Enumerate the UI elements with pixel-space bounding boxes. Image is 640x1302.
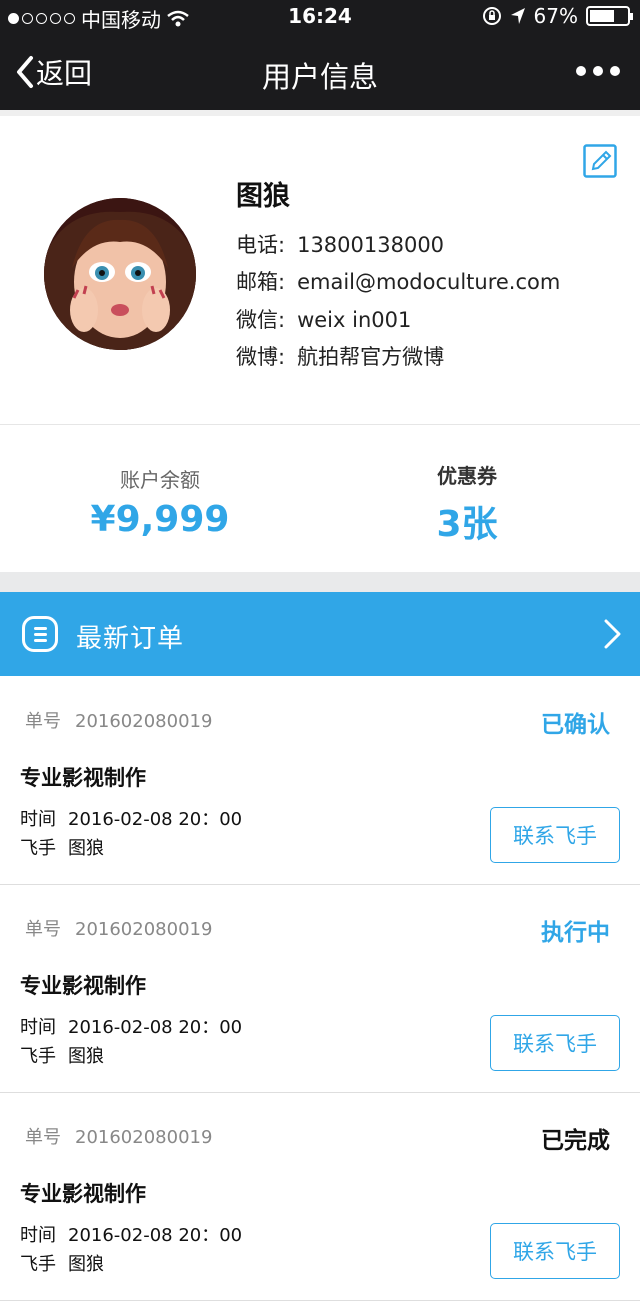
order-status: 已完成 bbox=[541, 1128, 610, 1154]
order-number-label: 单号 bbox=[25, 711, 61, 732]
contact-pilot-button[interactable]: 联系飞手 bbox=[490, 807, 620, 863]
order-pilot: 飞手 图狼 bbox=[20, 834, 104, 860]
weibo-value: 航拍帮官方微博 bbox=[297, 345, 445, 369]
order-time: 时间 2016-02-08 20：00 bbox=[20, 805, 242, 831]
latest-orders-header[interactable]: 最新订单 bbox=[0, 592, 640, 676]
list-icon bbox=[22, 616, 58, 652]
order-number-label: 单号 bbox=[25, 919, 61, 940]
order-status: 执行中 bbox=[541, 920, 610, 946]
order-number-value: 201602080019 bbox=[75, 711, 213, 732]
lock-rotation-icon bbox=[482, 7, 501, 25]
order-service: 专业影视制作 bbox=[20, 974, 146, 998]
order-number: 单号 201602080019 bbox=[25, 915, 212, 941]
order-pilot-value: 图狼 bbox=[68, 1254, 104, 1275]
contact-pilot-button[interactable]: 联系飞手 bbox=[490, 1015, 620, 1071]
location-icon bbox=[510, 8, 525, 24]
email-value: email@modoculture.com bbox=[297, 270, 561, 294]
order-card[interactable]: 单号 201602080019 已完成 专业影视制作 时间 2016-02-08 2… bbox=[0, 1093, 640, 1301]
page-title: 用户信息 bbox=[261, 60, 378, 94]
battery-icon bbox=[586, 6, 633, 26]
phone-row: 电话: 13800138000 bbox=[236, 229, 444, 259]
order-pilot-value: 图狼 bbox=[68, 1046, 104, 1067]
order-number-value: 201602080019 bbox=[75, 919, 213, 940]
order-number-label: 单号 bbox=[25, 1127, 61, 1148]
wechat-row: 微信: weix in001 bbox=[236, 304, 411, 334]
order-time-value: 2016-02-08 20：00 bbox=[68, 1017, 243, 1038]
more-icon[interactable] bbox=[576, 66, 620, 76]
balance-label: 账户余额 bbox=[120, 468, 200, 492]
order-status: 已确认 bbox=[541, 712, 610, 738]
order-pilot-value: 图狼 bbox=[68, 838, 104, 859]
order-number: 单号 201602080019 bbox=[25, 707, 212, 733]
contact-pilot-button[interactable]: 联系飞手 bbox=[490, 1223, 620, 1279]
email-label: 邮箱: bbox=[236, 270, 286, 294]
order-service: 专业影视制作 bbox=[20, 766, 146, 790]
order-number: 单号 201602080019 bbox=[25, 1123, 212, 1149]
coupon-stat[interactable]: 优惠券 3张 bbox=[307, 426, 627, 547]
order-card[interactable]: 单号 201602080019 已确认 专业影视制作 时间 2016-02-08 2… bbox=[0, 677, 640, 885]
wechat-label: 微信: bbox=[236, 308, 286, 332]
back-button[interactable]: 返回 bbox=[14, 52, 92, 92]
user-name: 图狼 bbox=[236, 181, 290, 212]
balance-value: ¥9,999 bbox=[90, 499, 230, 540]
order-pilot-label: 飞手 bbox=[20, 1254, 56, 1275]
status-bar: 中国移动 16:24 67% bbox=[0, 0, 640, 34]
order-time-label: 时间 bbox=[20, 809, 56, 830]
phone-label: 电话: bbox=[236, 233, 286, 257]
nav-bar: 返回 用户信息 bbox=[0, 34, 640, 110]
order-time-label: 时间 bbox=[20, 1017, 56, 1038]
profile-card: 图狼 电话: 13800138000 邮箱: email@modoculture.c… bbox=[0, 110, 640, 425]
edit-icon[interactable] bbox=[583, 144, 617, 178]
coupon-value: 3张 bbox=[436, 504, 498, 545]
phone-value: 13800138000 bbox=[297, 233, 445, 257]
chevron-right-icon bbox=[604, 619, 621, 649]
order-pilot-label: 飞手 bbox=[20, 1046, 56, 1067]
battery-percent: 67% bbox=[533, 4, 578, 28]
order-time-value: 2016-02-08 20：00 bbox=[68, 809, 243, 830]
order-service: 专业影视制作 bbox=[20, 1182, 146, 1206]
latest-orders-title: 最新订单 bbox=[76, 624, 185, 654]
order-number-value: 201602080019 bbox=[75, 1127, 213, 1148]
order-time-value: 2016-02-08 20：00 bbox=[68, 1225, 243, 1246]
account-stats: 账户余额 ¥9,999 优惠券 3张 bbox=[0, 426, 640, 572]
coupon-label: 优惠券 bbox=[437, 464, 497, 488]
order-time: 时间 2016-02-08 20：00 bbox=[20, 1221, 242, 1247]
wechat-value: weix in001 bbox=[297, 308, 412, 332]
order-pilot-label: 飞手 bbox=[20, 838, 56, 859]
weibo-row: 微博: 航拍帮官方微博 bbox=[236, 341, 444, 371]
order-time-label: 时间 bbox=[20, 1225, 56, 1246]
order-pilot: 飞手 图狼 bbox=[20, 1042, 104, 1068]
back-chevron-icon bbox=[17, 56, 33, 88]
order-time: 时间 2016-02-08 20：00 bbox=[20, 1013, 242, 1039]
avatar bbox=[44, 198, 196, 350]
email-row: 邮箱: email@modoculture.com bbox=[236, 266, 560, 296]
order-pilot: 飞手 图狼 bbox=[20, 1250, 104, 1276]
back-label: 返回 bbox=[36, 57, 93, 90]
section-divider bbox=[0, 572, 640, 592]
order-card[interactable]: 单号 201602080019 执行中 专业影视制作 时间 2016-02-08 2… bbox=[0, 885, 640, 1093]
weibo-label: 微博: bbox=[236, 345, 286, 369]
balance-stat[interactable]: 账户余额 ¥9,999 bbox=[0, 426, 320, 540]
